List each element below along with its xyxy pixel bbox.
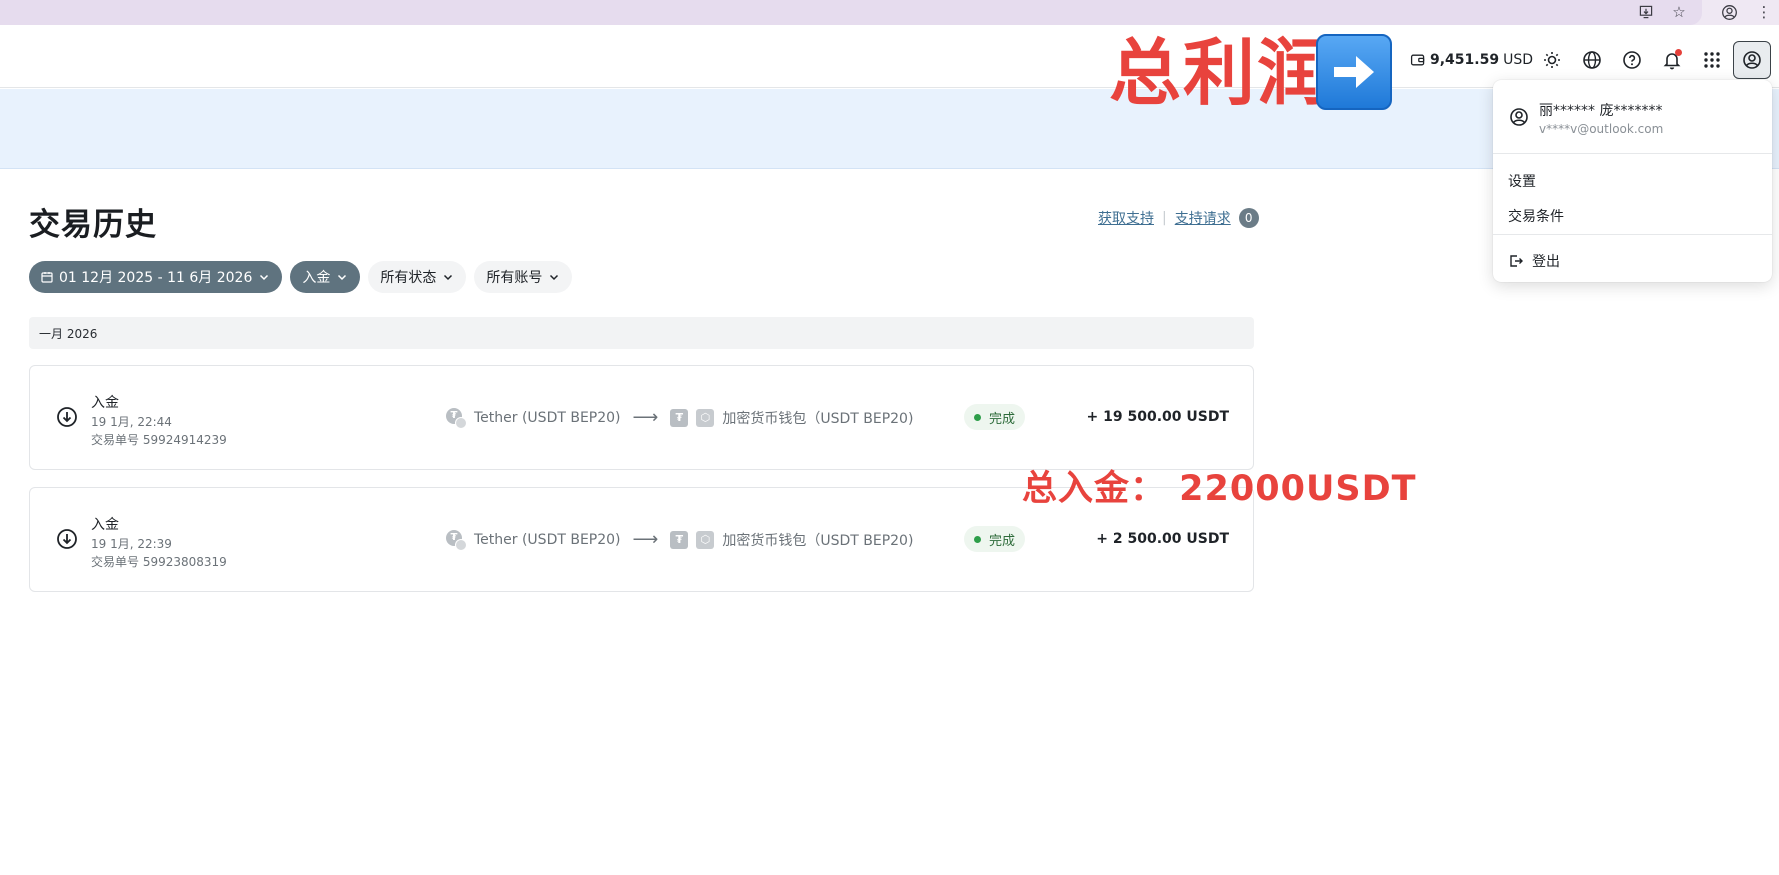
chevron-down-icon: [338, 274, 347, 281]
logout-label: 登出: [1532, 254, 1560, 270]
support-requests-link[interactable]: 支持请求: [1175, 208, 1231, 228]
status-badge: 完成: [964, 404, 1026, 430]
total-profit-annotation: 总利润: [1109, 31, 1332, 115]
chevron-down-icon: [444, 274, 453, 281]
menu-user-info: 丽****** 庞******* v****v@outlook.com: [1509, 100, 1663, 136]
menu-item-settings[interactable]: 设置: [1508, 171, 1536, 191]
chevron-down-icon: [260, 274, 269, 281]
transaction-id: 交易单号 59923808319: [91, 555, 227, 569]
transaction-destination: 加密货币钱包（USDT BEP20): [722, 532, 914, 549]
arrow-right-icon: ⟶: [632, 407, 659, 428]
address-bar[interactable]: [0, 0, 1702, 25]
transaction-date: 19 1月, 22:44: [91, 415, 172, 429]
date-range-filter[interactable]: 01 12月 2025 - 11 6月 2026: [29, 261, 283, 293]
theme-button[interactable]: [1536, 44, 1568, 76]
globe-icon: [1583, 51, 1601, 69]
transaction-row[interactable]: 入金 19 1月, 22:44 交易单号 59924914239 ₮ Tethe…: [29, 365, 1254, 470]
help-button[interactable]: [1616, 44, 1648, 76]
browser-profile-icon[interactable]: [1719, 2, 1739, 22]
arrow-right-icon: ⟶: [632, 529, 659, 550]
status-dot: [974, 535, 981, 543]
transaction-id: 交易单号 59924914239: [91, 433, 227, 447]
month-header: 一月 2026: [29, 317, 1254, 349]
profile-button[interactable]: [1733, 41, 1771, 79]
sun-icon: [1544, 52, 1560, 68]
star-icon[interactable]: ☆: [1669, 2, 1689, 22]
wallet-amount: 9,451.59: [1430, 52, 1500, 68]
account-menu: 丽****** 庞******* v****v@outlook.com 设置 交…: [1493, 80, 1772, 282]
transaction-route: ₮ Tether (USDT BEP20) ⟶ ₮ ⬡ 加密货币钱包（USDT …: [446, 407, 914, 429]
transaction-source: Tether (USDT BEP20): [474, 531, 621, 548]
status-filter[interactable]: 所有状态: [368, 261, 467, 293]
menu-user-name: 丽****** 庞*******: [1539, 103, 1663, 119]
transaction-amount: + 2 500.00 USDT: [1096, 531, 1229, 547]
status-badge: 完成: [964, 526, 1026, 552]
date-range-label: 01 12月 2025 - 11 6月 2026: [59, 270, 253, 286]
type-filter-label: 入金: [302, 270, 331, 286]
tether-coin-icon: ₮: [446, 407, 467, 429]
tether-icon: ₮: [670, 408, 689, 427]
arrow-right-emoji-icon: [1316, 34, 1392, 110]
transaction-route: ₮ Tether (USDT BEP20) ⟶ ₮ ⬡ 加密货币钱包（USDT …: [446, 529, 914, 551]
logout-icon: [1510, 255, 1523, 267]
type-filter[interactable]: 入金: [290, 261, 361, 293]
more-vert-icon[interactable]: ⋮: [1754, 2, 1774, 22]
status-label: 完成: [989, 533, 1016, 549]
transaction-amount: + 19 500.00 USDT: [1086, 409, 1229, 425]
menu-item-logout[interactable]: 登出: [1508, 251, 1560, 271]
filter-bar: 01 12月 2025 - 11 6月 2026 入金 所有状态 所有账号: [29, 261, 573, 293]
transaction-date: 19 1月, 22:39: [91, 537, 172, 551]
transaction-type: 入金: [91, 395, 119, 411]
support-requests-count: 0: [1238, 208, 1259, 228]
transaction-source: Tether (USDT BEP20): [474, 409, 621, 426]
account-icon: [1743, 51, 1761, 69]
notifications-button[interactable]: [1656, 44, 1688, 76]
wallet-currency: USD: [1503, 52, 1534, 68]
user-circle-icon: [1510, 108, 1528, 126]
support-links: 获取支持 | 支持请求 0: [1098, 208, 1259, 228]
account-filter[interactable]: 所有账号: [474, 261, 573, 293]
status-filter-label: 所有状态: [380, 270, 437, 286]
menu-item-terms[interactable]: 交易条件: [1508, 206, 1564, 226]
language-button[interactable]: [1576, 44, 1608, 76]
transaction-type: 入金: [91, 517, 119, 533]
status-dot: [974, 413, 981, 421]
total-deposit-annotation: 总入金： 22000USDT: [1022, 469, 1417, 509]
wallet-balance[interactable]: 9,451.59 USD: [1410, 48, 1533, 72]
bnb-chain-icon: ⬡: [696, 408, 715, 427]
link-separator: |: [1162, 210, 1167, 226]
transaction-destination: 加密货币钱包（USDT BEP20): [722, 410, 914, 427]
tether-icon: ₮: [670, 530, 689, 549]
notification-dot: [1675, 49, 1682, 56]
get-support-link[interactable]: 获取支持: [1098, 208, 1154, 228]
calendar-icon: [41, 272, 53, 283]
page-title: 交易历史: [29, 207, 157, 243]
apps-grid-icon: [1704, 52, 1720, 68]
bnb-chain-icon: ⬡: [696, 530, 715, 549]
apps-button[interactable]: [1696, 44, 1728, 76]
deposit-icon: [57, 529, 77, 549]
status-label: 完成: [989, 411, 1016, 427]
chevron-down-icon: [550, 274, 559, 281]
tether-coin-icon: ₮: [446, 529, 467, 551]
account-filter-label: 所有账号: [486, 270, 543, 286]
menu-divider: [1493, 153, 1772, 154]
wallet-icon: [1410, 54, 1425, 66]
deposit-icon: [57, 407, 77, 427]
browser-toolbar: ☆ ⋮: [0, 0, 1779, 25]
help-icon: [1623, 51, 1641, 69]
menu-user-email: v****v@outlook.com: [1539, 122, 1664, 136]
install-icon[interactable]: [1636, 2, 1656, 22]
menu-divider: [1493, 234, 1772, 235]
